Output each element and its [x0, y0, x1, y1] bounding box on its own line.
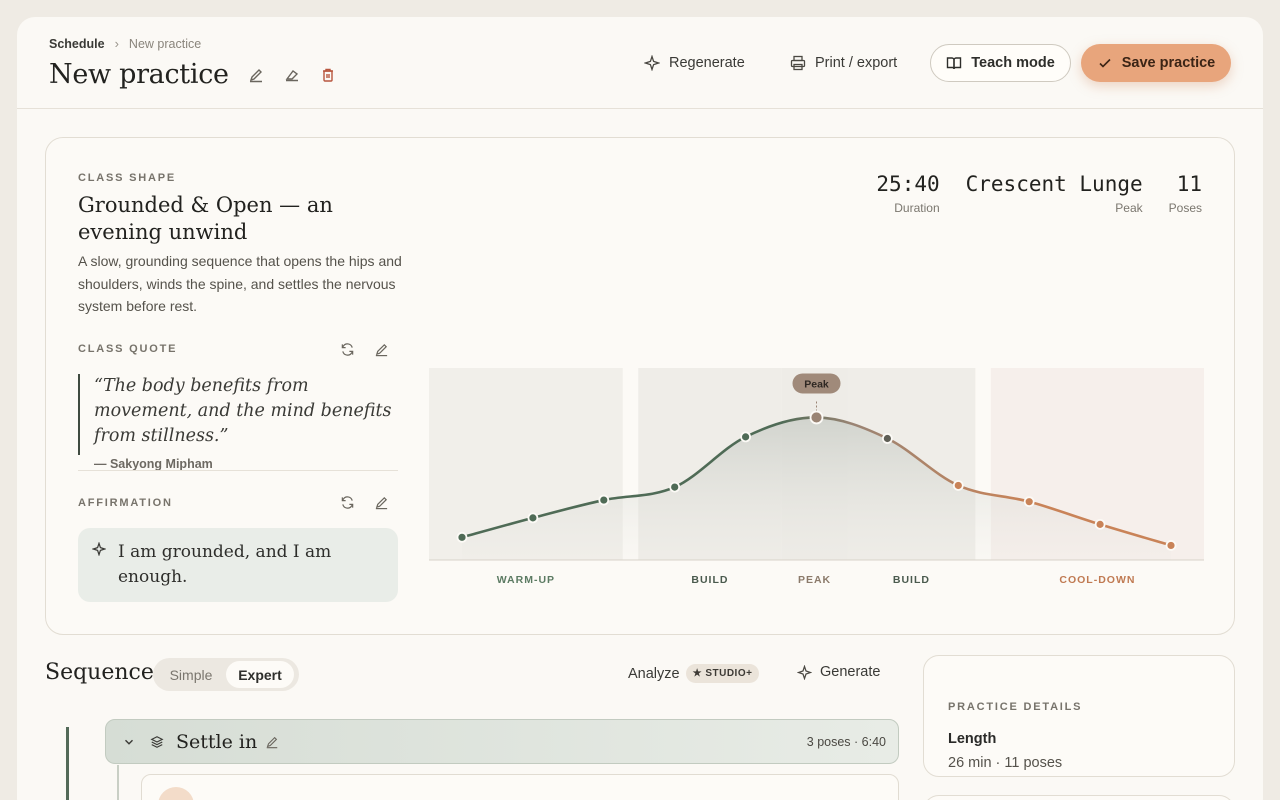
generate-label: Generate — [820, 664, 881, 680]
breadcrumb: Schedule › New practice — [49, 36, 201, 51]
intensity-curve-chart: WARM-UP BUILD PEAK BUILD COOL-DOWN Peak — [429, 368, 1204, 586]
sparkle-icon — [92, 542, 106, 556]
title-row: New practice — [49, 59, 337, 90]
breadcrumb-schedule[interactable]: Schedule — [49, 37, 105, 51]
book-icon — [947, 57, 962, 70]
pose-point-4[interactable] — [669, 481, 681, 493]
class-shape-label: CLASS SHAPE — [78, 172, 177, 184]
sequence-title: Sequence — [45, 660, 154, 685]
print-export-label: Print / export — [815, 55, 898, 71]
class-shape-card: CLASS SHAPE Grounded & Open — an evening… — [45, 137, 1235, 635]
pose-point-1[interactable] — [456, 531, 468, 543]
affirmation-actions — [340, 495, 390, 511]
phase-label-build: BUILD — [893, 574, 930, 586]
stat-poses-value: 11 — [1176, 172, 1202, 196]
teach-mode-button[interactable]: Teach mode — [930, 44, 1071, 82]
class-quote-label: CLASS QUOTE — [78, 343, 178, 355]
group-title: Settle in — [176, 730, 258, 753]
stat-duration: 25:40 Duration — [876, 172, 939, 215]
breadcrumb-chevron-icon: › — [114, 36, 119, 51]
secondary-details-card — [923, 795, 1235, 800]
breadcrumb-current: New practice — [128, 36, 202, 51]
length-value: 26 min · 11 poses — [948, 755, 1063, 771]
peak-badge-label: Peak — [804, 378, 829, 390]
edit-quote-icon[interactable] — [374, 342, 390, 358]
layers-icon — [150, 735, 164, 748]
quote-text: “The body benefits from movement, and th… — [94, 376, 392, 446]
analyze-button[interactable]: Analyze ★ STUDIO+ — [628, 664, 760, 683]
page-title: New practice — [49, 59, 229, 90]
regenerate-label: Regenerate — [669, 55, 745, 71]
pose-point-2[interactable] — [527, 512, 539, 524]
phase-label-warm-up: WARM-UP — [497, 574, 555, 586]
practice-details-label: PRACTICE DETAILS — [948, 701, 1083, 713]
stat-poses-label: Poses — [1168, 201, 1202, 215]
header: Schedule › New practice New practice Reg… — [17, 17, 1263, 109]
sparkle-icon — [797, 664, 812, 680]
stat-peak-value: Crescent Lunge — [965, 172, 1143, 196]
practice-details-card: PRACTICE DETAILS Length 26 min · 11 pose… — [923, 655, 1235, 777]
quote-actions — [340, 342, 390, 358]
mode-toggle: Simple Expert — [153, 658, 299, 691]
edit-affirmation-icon[interactable] — [374, 495, 390, 511]
pose-point-8[interactable] — [952, 480, 964, 491]
printer-icon — [790, 55, 806, 71]
studio-plus-badge: ★ STUDIO+ — [685, 664, 760, 683]
affirmation-label: AFFIRMATION — [78, 497, 173, 509]
class-quote: “The body benefits from movement, and th… — [78, 374, 398, 471]
group-meta: 3 poses · 6:40 — [806, 734, 886, 749]
class-shape-description: A slow, grounding sequence that opens th… — [78, 253, 402, 314]
sequence-group-settle-in[interactable]: Settle in 3 poses · 6:40 — [105, 719, 899, 764]
affirmation-text: I am grounded, and I am enough. — [118, 542, 332, 587]
length-key: Length — [948, 731, 997, 747]
save-practice-button[interactable]: Save practice — [1081, 44, 1231, 82]
chevron-down-icon[interactable] — [122, 735, 136, 749]
edit-title-icon[interactable] — [247, 66, 265, 84]
sequence-timeline — [66, 727, 69, 800]
pose-point-10[interactable] — [1094, 518, 1106, 530]
mode-expert-button[interactable]: Expert — [226, 661, 294, 688]
pose-point-5[interactable] — [740, 431, 752, 443]
check-icon — [1099, 58, 1111, 68]
group-connector — [117, 765, 119, 800]
phase-label-build: BUILD — [691, 574, 728, 586]
trash-icon[interactable] — [319, 66, 337, 84]
affirmation-box: I am grounded, and I am enough. — [78, 528, 398, 602]
quote-author: — Sakyong Mipham — [94, 457, 213, 471]
stat-peak: Crescent Lunge Peak — [966, 172, 1143, 215]
generate-button[interactable]: Generate — [797, 664, 880, 680]
edit-group-icon[interactable] — [265, 735, 279, 749]
pose-point-3[interactable] — [598, 494, 610, 506]
regenerate-button[interactable]: Regenerate — [644, 44, 745, 82]
stat-duration-label: Duration — [894, 201, 940, 215]
app-window: Schedule › New practice New practice Reg… — [17, 17, 1263, 800]
divider — [78, 470, 398, 471]
sparkle-icon — [644, 55, 660, 71]
mode-simple-button[interactable]: Simple — [156, 661, 226, 688]
sequence-header: Sequence Simple Expert Analyze ★ STUDIO+… — [45, 657, 905, 697]
analyze-label: Analyze — [628, 665, 680, 682]
refresh-affirmation-icon[interactable] — [340, 495, 356, 511]
class-shape-title: Grounded & Open — an evening unwind — [78, 193, 333, 244]
save-practice-label: Save practice — [1121, 55, 1216, 71]
pose-point-9[interactable] — [1023, 496, 1035, 508]
print-export-button[interactable]: Print / export — [790, 44, 897, 82]
refresh-quote-icon[interactable] — [340, 342, 356, 358]
pose-point-7[interactable] — [881, 433, 893, 444]
teach-mode-label: Teach mode — [971, 55, 1055, 71]
stat-peak-label: Peak — [1115, 201, 1143, 215]
pose-card[interactable] — [141, 774, 899, 800]
stat-duration-value: 25:40 — [876, 172, 940, 196]
phase-label-cool-down: COOL-DOWN — [1059, 574, 1135, 586]
class-stats: 25:40 Duration Crescent Lunge Peak 11 Po… — [876, 172, 1202, 215]
pose-point-6[interactable] — [809, 410, 824, 425]
eraser-icon[interactable] — [283, 66, 301, 84]
pose-point-11[interactable] — [1165, 540, 1177, 551]
phase-label-peak: PEAK — [798, 574, 831, 586]
stat-poses: 11 Poses — [1169, 172, 1202, 215]
pose-avatar — [158, 787, 194, 800]
